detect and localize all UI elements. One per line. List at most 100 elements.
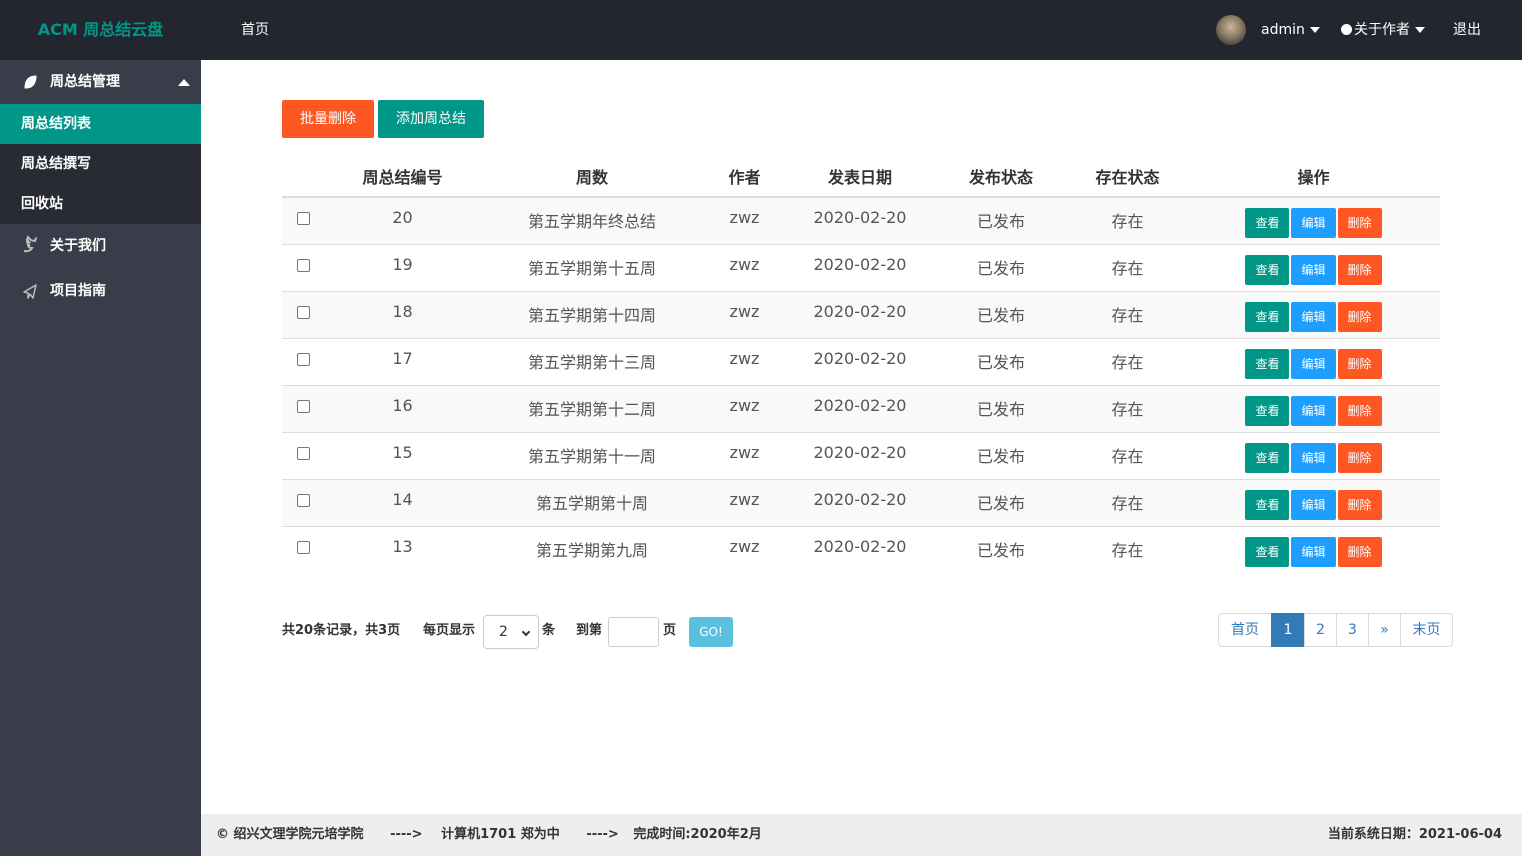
edit-button[interactable]: 编辑	[1291, 489, 1336, 520]
caret-up-icon[interactable]	[178, 79, 190, 86]
cell-author: zwz	[703, 478, 786, 526]
table-row: 16 第五学期第十二周 zwz 2020-02-20 已发布 存在 查看 编辑 删除	[282, 384, 1440, 432]
go-button[interactable]: GO!	[689, 617, 733, 647]
view-button[interactable]: 查看	[1245, 395, 1290, 426]
cell-checkbox	[282, 337, 324, 385]
row-checkbox[interactable]	[296, 493, 310, 507]
edit-button[interactable]: 编辑	[1291, 442, 1336, 473]
footer-info: © 绍兴文理学院元培学院 ----> 计算机1701 郑为中 ----> 完成时…	[216, 814, 762, 856]
view-button[interactable]: 查看	[1245, 348, 1290, 379]
add-summary-button[interactable]: 添加周总结	[378, 100, 484, 138]
cell-date: 2020-02-20	[786, 431, 934, 479]
header-publish-status: 发布状态	[934, 156, 1068, 198]
edit-button[interactable]: 编辑	[1291, 254, 1336, 285]
delete-button[interactable]: 删除	[1337, 254, 1382, 285]
cell-author: zwz	[703, 196, 786, 244]
about-author-label: 关于作者	[1354, 22, 1410, 38]
footer-copyright: © 绍兴文理学院元培学院	[216, 827, 364, 842]
chevron-down-icon	[521, 627, 531, 637]
cell-exist-status: 存在	[1068, 196, 1187, 244]
delete-button[interactable]: 删除	[1337, 395, 1382, 426]
delete-button[interactable]: 删除	[1337, 208, 1382, 238]
footer: © 绍兴文理学院元培学院 ----> 计算机1701 郑为中 ----> 完成时…	[201, 814, 1522, 856]
cell-exist-status: 存在	[1068, 337, 1187, 385]
sidebar-item-recycle-bin[interactable]: 回收站	[0, 184, 201, 224]
cell-week: 第五学期年终总结	[481, 196, 703, 244]
view-button[interactable]: 查看	[1245, 301, 1290, 332]
cell-id: 13	[324, 525, 481, 573]
delete-button[interactable]: 删除	[1337, 489, 1382, 520]
edit-button[interactable]: 编辑	[1291, 348, 1336, 379]
nav-home-link[interactable]: 首页	[241, 0, 269, 60]
page-1[interactable]: 1	[1271, 613, 1305, 647]
cell-author: zwz	[703, 525, 786, 573]
per-page-select[interactable]: 2	[483, 615, 539, 649]
cell-actions: 查看 编辑 删除	[1187, 478, 1440, 526]
goto-page-input[interactable]	[608, 617, 659, 647]
avatar[interactable]	[1216, 15, 1246, 45]
edit-button[interactable]: 编辑	[1291, 536, 1336, 567]
logout-link[interactable]: 退出	[1453, 0, 1481, 60]
table-row: 20 第五学期年终总结 zwz 2020-02-20 已发布 存在 查看 编辑 删除	[282, 196, 1440, 244]
sidebar-item-label: 关于我们	[50, 238, 106, 254]
table-row: 18 第五学期第十四周 zwz 2020-02-20 已发布 存在 查看 编辑 删除	[282, 290, 1440, 338]
sidebar-item-project-guide[interactable]: 项目指南	[0, 269, 201, 314]
page-2[interactable]: 2	[1304, 613, 1337, 647]
sidebar-item-summary-list[interactable]: 周总结列表	[0, 104, 201, 144]
page-last[interactable]: 末页	[1400, 613, 1453, 647]
row-checkbox[interactable]	[296, 352, 310, 366]
cell-publish-status: 已发布	[934, 196, 1068, 244]
cell-publish-status: 已发布	[934, 525, 1068, 573]
view-button[interactable]: 查看	[1245, 442, 1290, 473]
top-header: ACM 周总结云盘 首页 admin 关于作者 退出	[0, 0, 1522, 60]
cell-actions: 查看 编辑 删除	[1187, 431, 1440, 479]
edit-button[interactable]: 编辑	[1291, 301, 1336, 332]
delete-button[interactable]: 删除	[1337, 442, 1382, 473]
cell-date: 2020-02-20	[786, 384, 934, 432]
header-id: 周总结编号	[324, 156, 481, 198]
delete-button[interactable]: 删除	[1337, 348, 1382, 379]
page-first[interactable]: 首页	[1218, 613, 1272, 647]
view-button[interactable]: 查看	[1245, 489, 1290, 520]
sidebar-item-label: 项目指南	[50, 283, 106, 299]
delete-button[interactable]: 删除	[1337, 301, 1382, 332]
cell-date: 2020-02-20	[786, 478, 934, 526]
cell-checkbox	[282, 478, 324, 526]
cell-exist-status: 存在	[1068, 525, 1187, 573]
row-checkbox[interactable]	[296, 399, 310, 413]
sidebar-item-about-us[interactable]: 关于我们	[0, 224, 201, 269]
table-row: 15 第五学期第十一周 zwz 2020-02-20 已发布 存在 查看 编辑 删除	[282, 431, 1440, 479]
cell-checkbox	[282, 431, 324, 479]
sidebar-sub-list: 周总结列表 周总结撰写 回收站	[0, 104, 201, 224]
view-button[interactable]: 查看	[1245, 536, 1290, 567]
cell-week: 第五学期第十四周	[481, 290, 703, 338]
page-next[interactable]: »	[1368, 613, 1401, 647]
pagination: 首页 1 2 3 » 末页	[1218, 613, 1453, 647]
edit-button[interactable]: 编辑	[1291, 208, 1336, 238]
row-checkbox[interactable]	[296, 540, 310, 554]
about-author-menu[interactable]: 关于作者	[1341, 0, 1425, 60]
cell-id: 18	[324, 290, 481, 338]
view-button[interactable]: 查看	[1245, 254, 1290, 285]
edit-button[interactable]: 编辑	[1291, 395, 1336, 426]
twitter-icon	[22, 224, 40, 269]
view-button[interactable]: 查看	[1245, 208, 1290, 238]
batch-delete-button[interactable]: 批量删除	[282, 100, 374, 138]
row-checkbox[interactable]	[296, 258, 310, 272]
sidebar-group-summary-management[interactable]: 周总结管理	[0, 60, 201, 104]
app-logo[interactable]: ACM 周总结云盘	[0, 0, 201, 60]
delete-button[interactable]: 删除	[1337, 536, 1382, 567]
footer-current-date: 当前系统日期：2021-06-04	[1327, 827, 1502, 842]
cell-checkbox	[282, 525, 324, 573]
page-3[interactable]: 3	[1336, 613, 1369, 647]
row-checkbox[interactable]	[296, 305, 310, 319]
user-name: admin	[1261, 22, 1305, 38]
row-checkbox[interactable]	[296, 446, 310, 460]
cell-author: zwz	[703, 337, 786, 385]
sidebar-item-summary-write[interactable]: 周总结撰写	[0, 144, 201, 184]
cell-date: 2020-02-20	[786, 290, 934, 338]
pager-summary: 共20条记录，共3页	[282, 623, 401, 638]
user-menu[interactable]: admin	[1261, 0, 1320, 60]
cell-checkbox	[282, 290, 324, 338]
row-checkbox[interactable]	[296, 212, 310, 225]
